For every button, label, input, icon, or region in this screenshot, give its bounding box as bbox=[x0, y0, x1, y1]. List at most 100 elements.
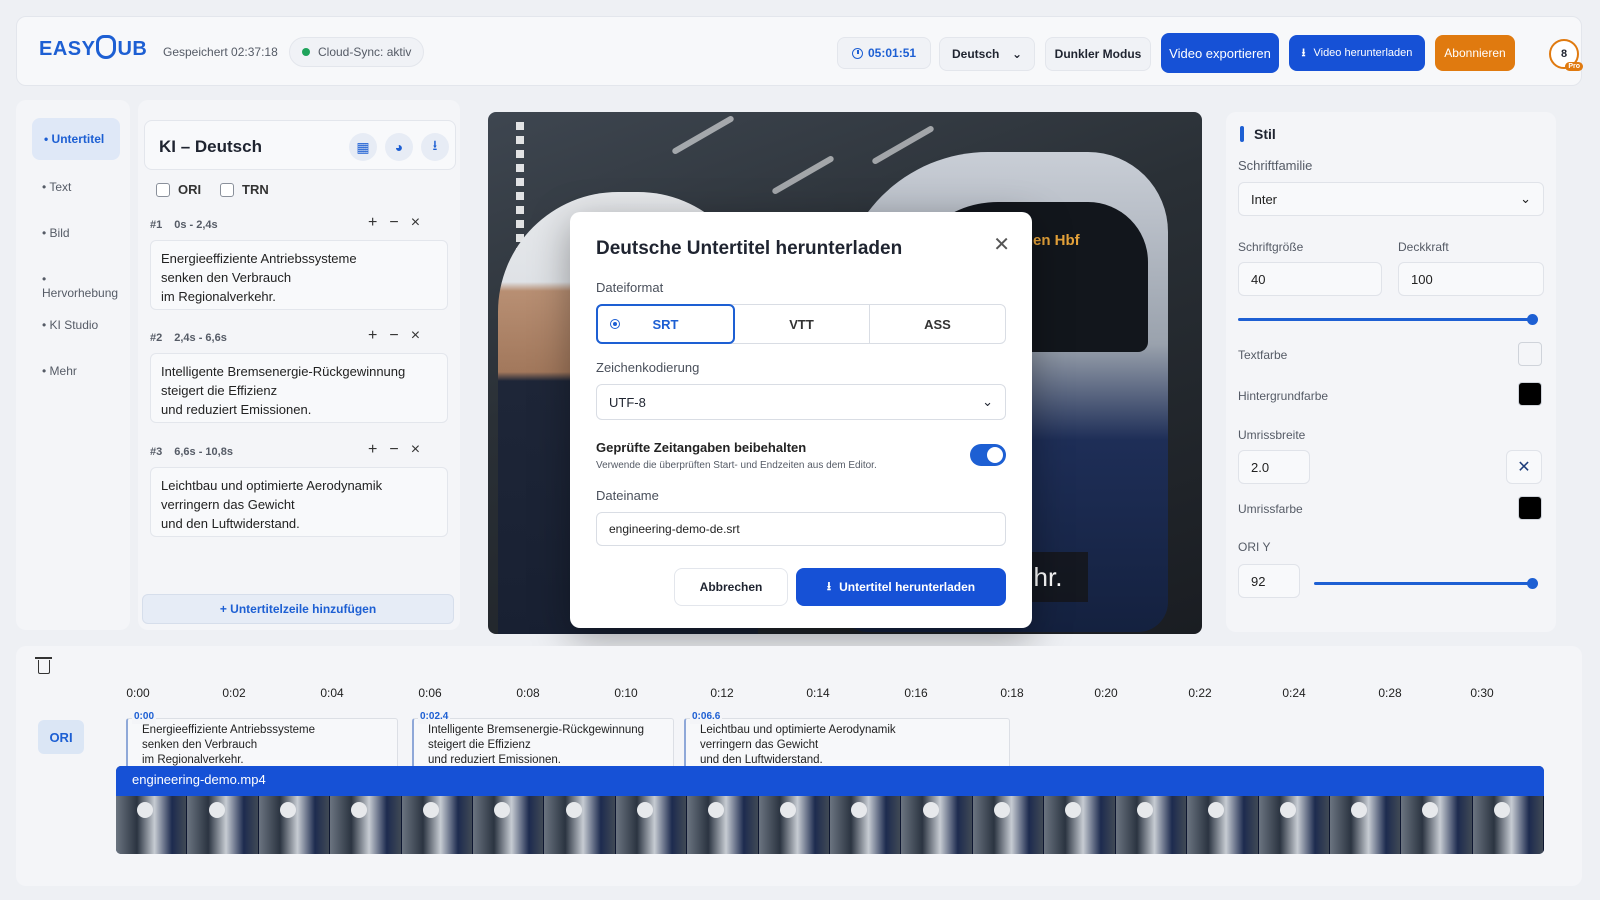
chevron-down-icon: ⌄ bbox=[982, 394, 993, 409]
sidebar-item-bild[interactable]: • Bild bbox=[30, 218, 82, 248]
encoding-value: UTF-8 bbox=[609, 394, 646, 410]
subtitle-entry-text[interactable]: Leichtbau und optimierte Aerodynamik ver… bbox=[150, 467, 448, 537]
ori-y-label: ORI Y bbox=[1238, 540, 1271, 554]
video-thumbnail bbox=[1044, 796, 1116, 854]
subtitle-entry-text[interactable]: Energieeffiziente Antriebssysteme senken… bbox=[150, 240, 448, 310]
plus-icon[interactable]: + bbox=[368, 327, 377, 345]
timeline-tick: 0:10 bbox=[614, 686, 638, 700]
opacity-slider[interactable] bbox=[1238, 314, 1538, 325]
ori-checkbox-label: ORI bbox=[178, 182, 202, 197]
subtitle-panel: KI – Deutsch ▦ ◕ ⭳ ORI TRN #1 0s - 2,4s … bbox=[138, 100, 460, 630]
cloud-sync-status: Cloud-Sync: aktiv bbox=[289, 37, 425, 67]
close-icon[interactable]: ✕ bbox=[993, 232, 1010, 257]
outline-width-input[interactable]: 2.0 bbox=[1238, 450, 1310, 484]
ori-y-input[interactable]: 92 bbox=[1238, 564, 1300, 598]
avatar[interactable]: 8 Pro bbox=[1549, 39, 1583, 71]
timeline-clip[interactable]: 0:00 Energieeffiziente Antriebssysteme s… bbox=[126, 709, 398, 770]
timeline-tick: 0:02 bbox=[222, 686, 246, 700]
video-thumbnail bbox=[1329, 796, 1402, 854]
text-color-swatch[interactable] bbox=[1518, 342, 1542, 366]
download-video-button[interactable]: ⭳ Video herunterladen bbox=[1289, 35, 1425, 71]
keep-timings-description: Verwende die überprüften Start- und Endz… bbox=[596, 460, 877, 471]
export-video-button[interactable]: Video exportieren bbox=[1161, 33, 1279, 73]
timeline-tick: 0:06 bbox=[418, 686, 442, 700]
opacity-input[interactable]: 100 bbox=[1398, 262, 1544, 296]
font-family-label: Schriftfamilie bbox=[1238, 158, 1313, 173]
background-color-swatch[interactable] bbox=[1518, 382, 1542, 406]
format-option-ass[interactable]: ASS bbox=[870, 305, 1005, 343]
clip-start: 0:00 bbox=[132, 709, 157, 724]
app-logo[interactable]: EASY UB bbox=[39, 35, 147, 61]
chevron-down-icon: ⌄ bbox=[1520, 191, 1531, 206]
entry-index: #2 bbox=[150, 332, 163, 344]
ori-checkbox[interactable]: ORI bbox=[156, 182, 201, 197]
timeline-clip[interactable]: 0:06.6 Leichtbau und optimierte Aerodyna… bbox=[684, 709, 1010, 770]
language-select[interactable]: Deutsch ⌄ bbox=[939, 37, 1035, 71]
sidebar-item-text[interactable]: • Text bbox=[30, 172, 83, 202]
opacity-label: Deckkraft bbox=[1398, 240, 1449, 254]
format-option-vtt[interactable]: VTT bbox=[734, 305, 870, 343]
filename-input[interactable]: engineering-demo-de.srt bbox=[596, 512, 1006, 546]
video-track[interactable]: engineering-demo.mp4 bbox=[116, 766, 1544, 854]
plus-icon[interactable]: + bbox=[368, 441, 377, 459]
close-icon[interactable]: × bbox=[411, 327, 420, 345]
track-label-ori: ORI bbox=[38, 720, 84, 754]
add-subtitle-line-button[interactable]: + Untertitelzeile hinzufügen bbox=[142, 594, 454, 624]
palette-icon[interactable]: ◕ bbox=[385, 133, 413, 161]
close-icon[interactable]: × bbox=[411, 441, 420, 459]
minus-icon[interactable]: − bbox=[389, 327, 398, 345]
entry-line: und reduziert Emissionen. bbox=[161, 402, 312, 417]
subscribe-button[interactable]: Abonnieren bbox=[1435, 35, 1515, 71]
logo-text: EASY bbox=[39, 37, 96, 60]
sidebar-item-untertitel[interactable]: • Untertitel bbox=[32, 118, 120, 160]
timeline-clip[interactable]: 0:02.4 Intelligente Bremsenergie-Rückgew… bbox=[412, 709, 674, 770]
entry-meta: #2 2,4s - 6,6s bbox=[150, 332, 227, 344]
saved-status: Gespeichert 02:37:18 bbox=[163, 45, 278, 59]
close-icon[interactable]: ✕ bbox=[1506, 450, 1542, 484]
video-thumbnail bbox=[330, 796, 402, 854]
timeline-tick: 0:08 bbox=[516, 686, 540, 700]
minus-icon[interactable]: − bbox=[389, 441, 398, 459]
grid-icon[interactable]: ▦ bbox=[349, 133, 377, 161]
slider-knob[interactable] bbox=[1527, 314, 1538, 325]
video-thumbnail bbox=[1401, 796, 1473, 854]
trn-checkbox[interactable]: TRN bbox=[220, 182, 269, 197]
clip-line: steigert die Effizienz bbox=[428, 739, 531, 751]
ceiling-light bbox=[671, 114, 735, 156]
font-family-select[interactable]: Inter ⌄ bbox=[1238, 182, 1544, 216]
dark-mode-button[interactable]: Dunkler Modus bbox=[1045, 37, 1151, 71]
keep-timings-title: Geprüfte Zeitangaben beibehalten bbox=[596, 440, 807, 455]
ori-y-slider[interactable] bbox=[1314, 578, 1538, 589]
format-option-srt[interactable]: SRT bbox=[596, 304, 735, 344]
entry-controls: + − × bbox=[368, 327, 420, 345]
ceiling-light bbox=[871, 124, 935, 166]
text-color-label: Textfarbe bbox=[1238, 348, 1288, 362]
subtitle-entry-text[interactable]: Intelligente Bremsenergie-Rückgewinnung … bbox=[150, 353, 448, 423]
plus-icon[interactable]: + bbox=[368, 214, 377, 232]
minus-icon[interactable]: − bbox=[389, 214, 398, 232]
sidebar-item-hervorhebung[interactable]: • Hervorhebung bbox=[30, 264, 130, 308]
video-thumbnail bbox=[187, 796, 259, 854]
sidebar-item-ki-studio[interactable]: • KI Studio bbox=[30, 310, 110, 340]
entry-time: 0s - 2,4s bbox=[174, 219, 218, 231]
encoding-select[interactable]: UTF-8 ⌄ bbox=[596, 384, 1006, 420]
subtitle-track-title: KI – Deutsch bbox=[159, 137, 262, 156]
cancel-button[interactable]: Abbrechen bbox=[674, 568, 788, 606]
keep-timings-toggle[interactable] bbox=[970, 444, 1006, 466]
sidebar-item-mehr[interactable]: • Mehr bbox=[30, 356, 89, 386]
style-title-text: Stil bbox=[1254, 126, 1276, 142]
video-thumbnail bbox=[116, 796, 188, 854]
slider-knob[interactable] bbox=[1526, 578, 1538, 589]
trash-icon[interactable] bbox=[35, 657, 52, 674]
close-icon[interactable]: × bbox=[411, 214, 420, 232]
entry-time: 6,6s - 10,8s bbox=[174, 446, 233, 458]
timeline-tick: 0:14 bbox=[806, 686, 830, 700]
video-thumbnail bbox=[758, 796, 831, 854]
font-size-input[interactable]: 40 bbox=[1238, 262, 1382, 296]
outline-color-swatch[interactable] bbox=[1518, 496, 1542, 520]
video-thumbnail bbox=[830, 796, 902, 854]
download-icon[interactable]: ⭳ bbox=[421, 133, 449, 161]
filename-label: Dateiname bbox=[596, 488, 659, 503]
accent-bar bbox=[1240, 126, 1244, 142]
download-subtitles-button[interactable]: ⭳ Untertitel herunterladen bbox=[796, 568, 1006, 606]
